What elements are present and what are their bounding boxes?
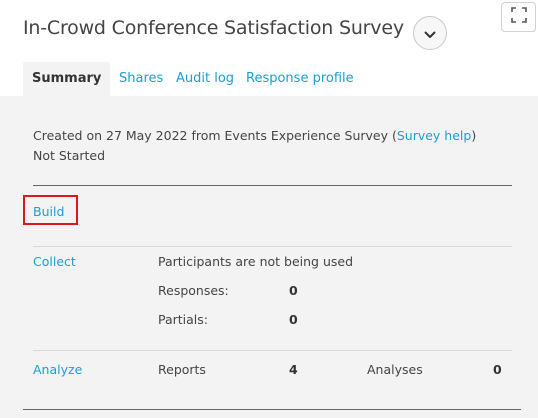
summary-content: Created on 27 May 2022 from Events Exper…	[0, 96, 538, 418]
tab-response-profile[interactable]: Response profile	[246, 62, 354, 96]
build-link[interactable]: Build	[33, 204, 64, 219]
expand-button[interactable]	[501, 2, 536, 32]
responses-label: Responses:	[158, 283, 229, 298]
divider	[33, 350, 512, 351]
created-suffix: )	[471, 128, 477, 143]
divider	[33, 246, 512, 247]
reports-count: 4	[289, 362, 298, 377]
reports-label: Reports	[158, 362, 206, 377]
divider	[23, 409, 521, 410]
survey-summary-panel: In-Crowd Conference Satisfaction Survey …	[0, 0, 538, 418]
created-info: Created on 27 May 2022 from Events Exper…	[33, 128, 476, 143]
tab-audit-log[interactable]: Audit log	[176, 62, 234, 96]
partials-label: Partials:	[158, 312, 209, 327]
partials-count: 0	[289, 312, 298, 327]
survey-status: Not Started	[33, 148, 106, 163]
analyses-label: Analyses	[367, 362, 423, 377]
participants-note: Participants are not being used	[158, 254, 354, 269]
tab-shares[interactable]: Shares	[119, 62, 163, 96]
expand-icon	[510, 7, 527, 27]
survey-help-link[interactable]: Survey help	[397, 128, 471, 143]
collect-link[interactable]: Collect	[33, 254, 76, 269]
responses-count: 0	[289, 283, 298, 298]
created-prefix: Created on 27 May 2022 from Events Exper…	[33, 128, 397, 143]
tab-summary[interactable]: Summary	[23, 62, 111, 96]
analyze-link[interactable]: Analyze	[33, 362, 82, 377]
analyses-count: 0	[493, 362, 502, 377]
divider	[33, 185, 512, 186]
survey-options-button[interactable]	[413, 16, 447, 50]
chevron-down-icon	[424, 24, 436, 43]
survey-title: In-Crowd Conference Satisfaction Survey	[23, 17, 404, 39]
